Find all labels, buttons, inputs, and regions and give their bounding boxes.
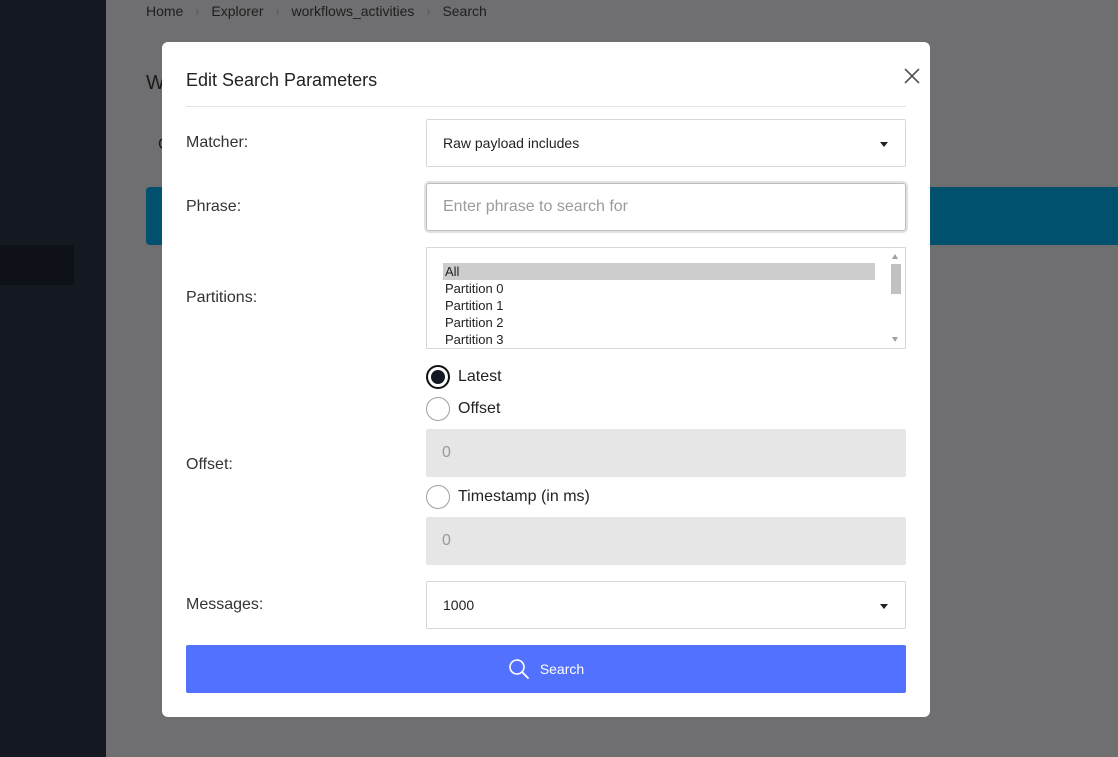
offset-label: Offset: [186, 456, 233, 473]
messages-select[interactable]: 1000 [426, 581, 906, 629]
radio-latest-circle[interactable] [426, 365, 450, 389]
close-icon [904, 68, 920, 84]
radio-offset-circle[interactable] [426, 397, 450, 421]
partitions-listbox[interactable]: All Partition 0 Partition 1 Partition 2 … [426, 247, 906, 349]
matcher-select[interactable]: Raw payload includes [426, 119, 906, 167]
scrollbar-thumb[interactable] [891, 264, 901, 294]
breadcrumb: Home › Explorer › workflows_activities ›… [146, 3, 487, 19]
chevron-right-icon: › [195, 4, 200, 18]
partition-option-2[interactable]: Partition 2 [443, 314, 875, 331]
phrase-label: Phrase: [186, 198, 242, 215]
messages-label: Messages: [186, 596, 264, 613]
chevron-down-icon [880, 604, 888, 609]
offset-value-input: 0 [426, 429, 906, 477]
sidebar [0, 0, 106, 757]
radio-timestamp[interactable]: Timestamp (in ms) [426, 485, 906, 509]
chevron-down-icon [880, 142, 888, 147]
phrase-input[interactable] [424, 181, 908, 233]
timestamp-value-input: 0 [426, 517, 906, 565]
breadcrumb-topic[interactable]: workflows_activities [292, 3, 415, 19]
radio-offset[interactable]: Offset [426, 397, 906, 421]
breadcrumb-explorer[interactable]: Explorer [211, 3, 263, 19]
search-button-label: Search [539, 661, 585, 677]
radio-timestamp-circle[interactable] [426, 485, 450, 509]
edit-search-modal: Edit Search Parameters Matcher: Raw payl… [162, 42, 930, 717]
partition-option-0[interactable]: Partition 0 [443, 280, 875, 297]
scroll-down-icon[interactable] [892, 337, 898, 342]
offset-value: 0 [442, 444, 451, 461]
modal-header: Edit Search Parameters [186, 42, 920, 107]
modal-title: Edit Search Parameters [186, 70, 378, 90]
search-icon [509, 659, 529, 679]
breadcrumb-home[interactable]: Home [146, 3, 183, 19]
messages-value: 1000 [443, 597, 475, 613]
breadcrumb-search: Search [442, 3, 487, 19]
search-button[interactable]: Search [186, 645, 906, 693]
matcher-label: Matcher: [186, 134, 249, 151]
partitions-scrollbar[interactable] [887, 248, 905, 348]
partitions-label: Partitions: [186, 289, 258, 306]
close-button[interactable] [900, 64, 924, 88]
phrase-field-wrapper [424, 181, 908, 233]
partitions-options: All Partition 0 Partition 1 Partition 2 … [443, 263, 875, 348]
radio-timestamp-label: Timestamp (in ms) [458, 488, 590, 505]
partition-option-1[interactable]: Partition 1 [443, 297, 875, 314]
chevron-right-icon: › [275, 4, 280, 18]
radio-latest-label: Latest [458, 368, 502, 385]
partition-option-3[interactable]: Partition 3 [443, 331, 875, 348]
timestamp-value: 0 [442, 532, 451, 549]
scroll-up-icon[interactable] [892, 254, 898, 259]
radio-latest[interactable]: Latest [426, 365, 906, 389]
partition-option-all[interactable]: All [443, 263, 875, 280]
chevron-right-icon: › [426, 4, 431, 18]
radio-offset-label: Offset [458, 400, 501, 417]
sidebar-active-item[interactable] [0, 245, 74, 285]
matcher-value: Raw payload includes [443, 135, 580, 151]
